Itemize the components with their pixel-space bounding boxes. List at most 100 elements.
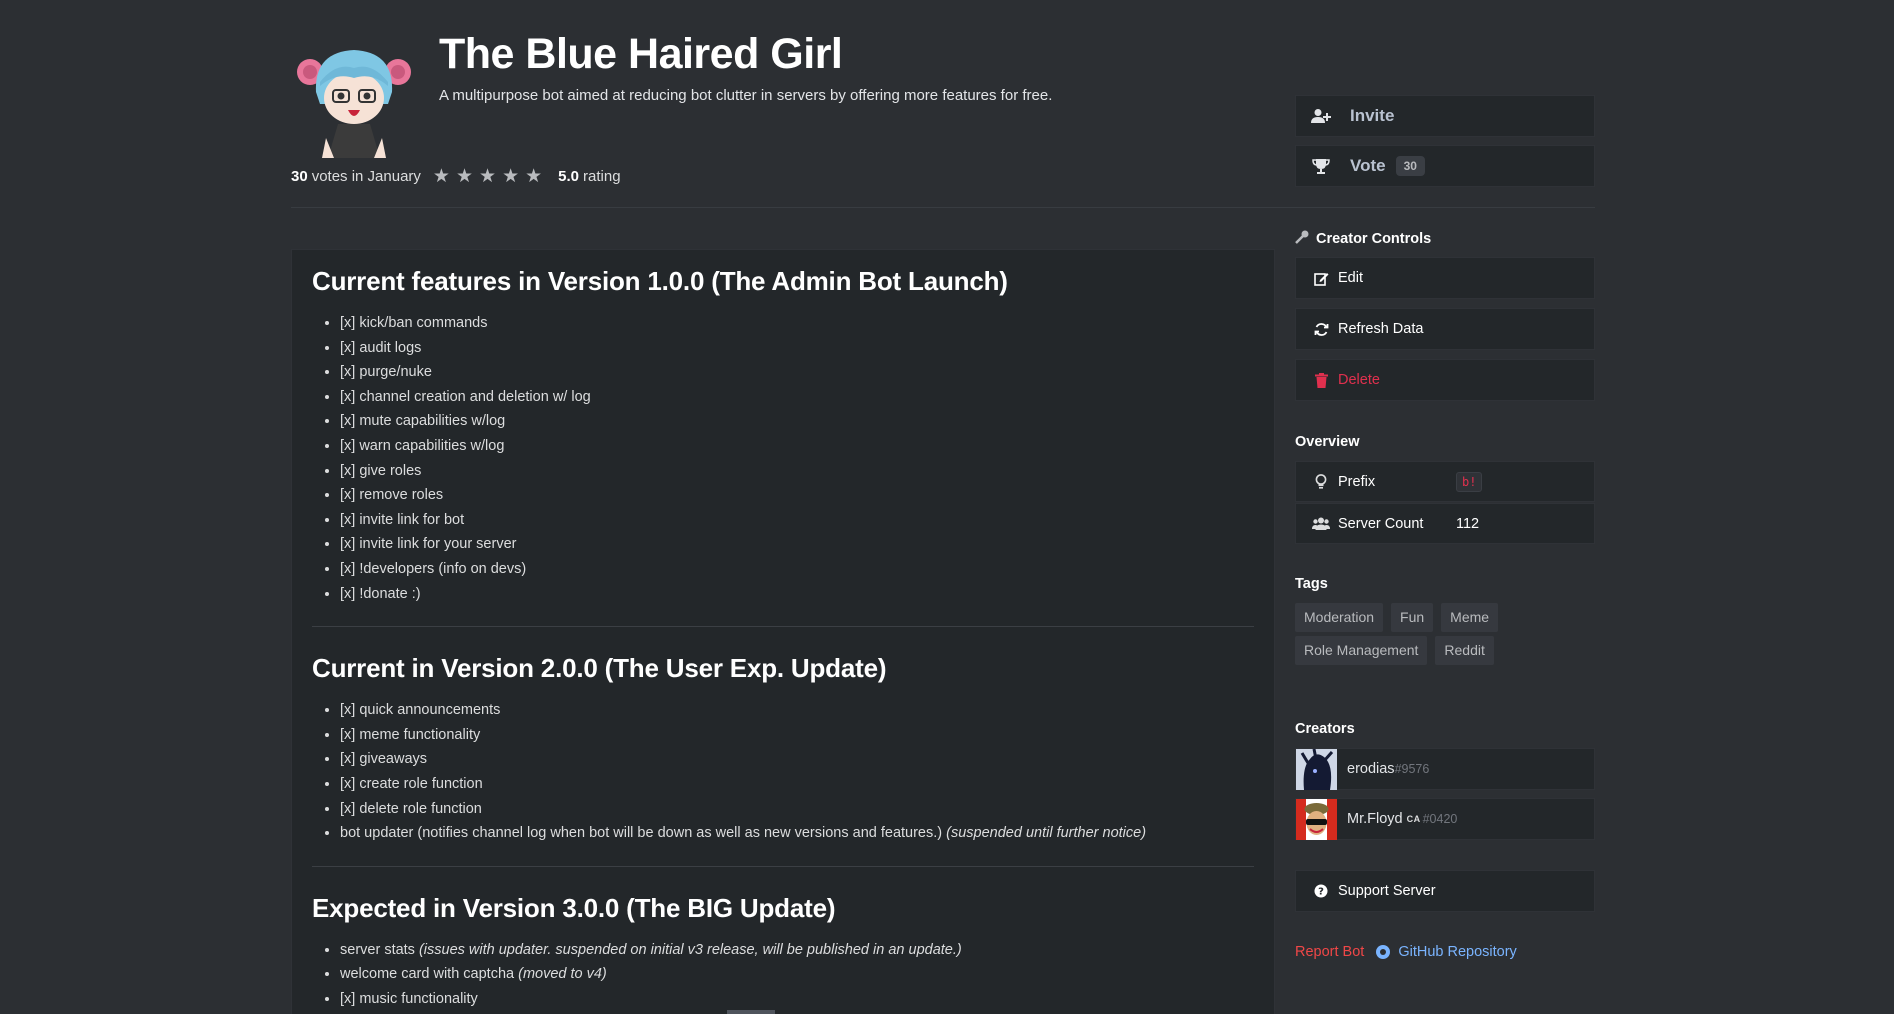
creator-item[interactable]: erodias #9576 [1295, 748, 1595, 790]
creators-heading: Creators [1295, 721, 1355, 737]
feature-item: [x] giveaways [340, 747, 1254, 772]
feature-item: [x] music functionality [340, 987, 1254, 1012]
prefix-value: b! [1456, 471, 1483, 492]
creator-name: erodias [1347, 761, 1395, 777]
support-server-button[interactable]: ? Support Server [1295, 870, 1595, 912]
vote-count-badge: 30 [1395, 156, 1425, 176]
feature-text: [x] delete role function [340, 800, 482, 817]
question-circle-icon: ? [1310, 884, 1332, 898]
feature-text: bot updater (notifies channel log when b… [340, 825, 943, 842]
user-plus-icon [1310, 108, 1332, 124]
feature-text: [x] give roles [340, 462, 422, 479]
feature-text: [x] music functionality [340, 990, 478, 1007]
rating-summary: 30 votes in January ★ ★ ★ ★ ★ 5.0 rating [291, 167, 621, 186]
vote-total: 30 [291, 168, 308, 185]
feature-text: [x] !developers (info on devs) [340, 560, 527, 577]
feature-text: [x] purge/nuke [340, 364, 432, 381]
feature-list: [x] quick announcements [x] meme function… [312, 698, 1254, 846]
creator-controls-title: Creator Controls [1316, 230, 1432, 247]
edit-icon [1310, 271, 1332, 286]
rating-value-suffix: rating [583, 168, 621, 185]
feature-item: [x] meme functionality [340, 723, 1254, 748]
vote-total-suffix: votes in January [311, 168, 421, 185]
delete-button[interactable]: Delete [1295, 359, 1595, 401]
refresh-data-label: Refresh Data [1338, 321, 1424, 337]
overview-prefix-row: Prefix b! [1295, 461, 1595, 502]
vote-button[interactable]: Vote 30 [1295, 145, 1595, 187]
feature-item: [x] !developers (info on devs) [340, 557, 1254, 582]
feature-note: (issues with updater. suspended on initi… [418, 941, 962, 958]
feature-text: welcome card with captcha [340, 966, 515, 983]
feature-item: [x] warn capabilities w/log [340, 434, 1254, 459]
tag-fun[interactable]: Fun [1391, 603, 1434, 632]
bot-long-description: Current features in Version 1.0.0 (The A… [291, 249, 1275, 1014]
overview-heading: Overview [1295, 434, 1360, 450]
feature-note: (suspended until further notice) [946, 825, 1147, 842]
feature-item: [x] invite link for your server [340, 532, 1254, 557]
star-icon: ★ [455, 166, 474, 187]
star-icon: ★ [502, 166, 520, 187]
footer-links: Report Bot GitHub Repository [1295, 944, 1517, 960]
key-icon [1295, 230, 1309, 247]
section-heading: Current in Version 2.0.0 (The User Exp. … [312, 653, 887, 684]
feature-text: [x] kick/ban commands [340, 315, 488, 331]
avatar [1296, 748, 1337, 790]
rating-value: 5.0 [558, 168, 580, 185]
report-bot-link[interactable]: Report Bot [1295, 944, 1364, 960]
edit-label: Edit [1338, 270, 1363, 286]
trash-icon [1310, 372, 1332, 388]
prefix-label: Prefix [1338, 473, 1376, 490]
trophy-icon [1310, 158, 1332, 174]
feature-item: [x] purge/nuke [340, 360, 1254, 385]
feature-item: [x] mute capabilities w/log [340, 409, 1254, 434]
invite-label: Invite [1350, 106, 1395, 125]
edit-button[interactable]: Edit [1295, 257, 1595, 299]
delete-label: Delete [1338, 372, 1380, 388]
github-icon [1376, 945, 1391, 959]
feature-list: server stats (issues with updater. suspe… [312, 938, 1254, 1012]
star-icon: ★ [432, 166, 450, 187]
creator-item[interactable]: Mr.Floyd CA #0420 [1295, 798, 1595, 840]
star-icon: ★ [479, 166, 497, 187]
feature-text: [x] meme functionality [340, 726, 481, 743]
users-icon [1310, 517, 1332, 530]
section-heading: Expected in Version 3.0.0 (The BIG Updat… [312, 892, 836, 923]
star-rating: ★ ★ ★ ★ ★ [433, 167, 548, 186]
tag-meme[interactable]: Meme [1441, 603, 1499, 632]
feature-text: [x] invite link for bot [340, 511, 465, 528]
github-repository-link[interactable]: GitHub Repository [1376, 944, 1517, 960]
feature-item: [x] invite link for bot [340, 508, 1254, 533]
vote-label: Vote [1350, 156, 1386, 175]
creator-discriminator: #9576 [1394, 762, 1430, 776]
scroll-indicator [727, 1010, 775, 1014]
bot-description: A multipurpose bot aimed at reducing bot… [439, 87, 1053, 104]
tag-reddit[interactable]: Reddit [1435, 636, 1494, 665]
feature-text: [x] create role function [340, 775, 483, 792]
feature-text: [x] mute capabilities w/log [340, 413, 506, 430]
feature-text: [x] invite link for your server [340, 536, 517, 553]
creator-discriminator: #0420 [1422, 812, 1458, 826]
feature-item: [x] quick announcements [340, 698, 1254, 723]
tag-moderation[interactable]: Moderation [1295, 603, 1384, 632]
header-divider [291, 207, 1595, 208]
refresh-icon [1310, 322, 1332, 337]
feature-note: (moved to v4) [518, 966, 607, 983]
feature-text: [x] remove roles [340, 487, 444, 504]
feature-item: [x] delete role function [340, 797, 1254, 822]
tag-role-management[interactable]: Role Management [1295, 636, 1428, 665]
feature-text: [x] audit logs [340, 339, 422, 356]
feature-text: server stats [340, 941, 415, 958]
feature-item: [x] channel creation and deletion w/ log [340, 385, 1254, 410]
feature-item: [x] !donate :) [340, 582, 1254, 607]
github-repository-label: GitHub Repository [1398, 944, 1517, 960]
bot-title: The Blue Haired Girl [439, 30, 843, 78]
feature-list: [x] kick/ban commands [x] audit logs [x] p… [312, 311, 1254, 606]
refresh-data-button[interactable]: Refresh Data [1295, 308, 1595, 350]
lightbulb-icon [1310, 474, 1332, 489]
creator-controls-heading: Creator Controls [1295, 230, 1431, 247]
invite-button[interactable]: Invite [1295, 95, 1595, 137]
feature-item: [x] audit logs [340, 336, 1254, 361]
country-flag-badge: CA [1406, 814, 1421, 824]
overview-server-count-row: Server Count 112 [1295, 503, 1595, 544]
tag-list: Moderation Fun Meme Role Management Redd… [1295, 603, 1595, 669]
